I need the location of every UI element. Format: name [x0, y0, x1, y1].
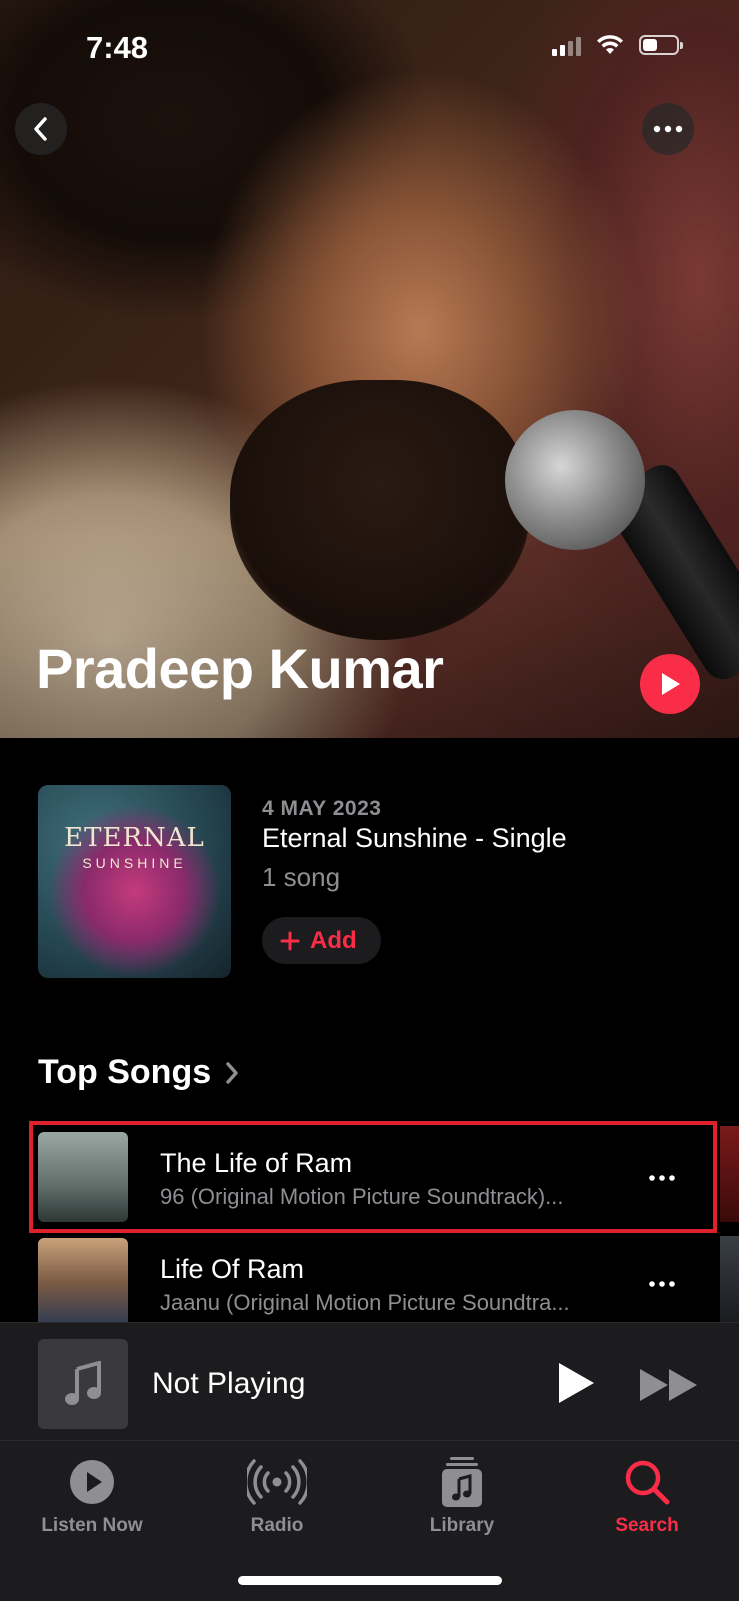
song-album: Jaanu (Original Motion Picture Soundtra.…	[160, 1290, 570, 1315]
play-circle-icon	[70, 1460, 114, 1504]
plus-icon	[280, 931, 300, 950]
search-icon	[625, 1460, 670, 1505]
home-indicator[interactable]	[238, 1576, 502, 1585]
top-songs-title: Top Songs	[38, 1053, 212, 1091]
status-icons	[552, 34, 683, 56]
selection-highlight	[29, 1121, 717, 1233]
tab-library[interactable]: Library	[372, 1457, 552, 1537]
tab-label: Listen Now	[41, 1515, 143, 1536]
chevron-left-icon	[34, 117, 47, 141]
add-release-button[interactable]: Add	[262, 917, 381, 964]
tab-label: Radio	[250, 1515, 304, 1536]
status-time: 7:48	[86, 30, 149, 65]
more-options-button[interactable]	[642, 103, 694, 155]
back-button[interactable]	[15, 103, 67, 155]
play-icon	[662, 673, 680, 695]
battery-icon	[639, 35, 683, 55]
hero-photo-detail	[505, 410, 645, 550]
next-column-peek	[720, 1126, 739, 1222]
play-button[interactable]	[556, 1361, 596, 1405]
ellipsis-icon	[653, 125, 683, 133]
tab-radio[interactable]: Radio	[187, 1457, 367, 1537]
top-songs-header[interactable]: Top Songs	[38, 1053, 239, 1092]
tab-search[interactable]: Search	[557, 1457, 737, 1537]
release-song-count: 1 song	[262, 862, 341, 892]
mini-player[interactable]: Not Playing	[0, 1322, 739, 1441]
ellipsis-icon	[649, 1281, 675, 1287]
artwork-lettering: SUNSHINE	[82, 855, 187, 871]
cellular-signal-icon	[552, 34, 581, 56]
music-note-icon	[65, 1361, 101, 1405]
song-row[interactable]: Life Of Ram Jaanu (Original Motion Pictu…	[0, 1230, 739, 1334]
release-artwork[interactable]: ETERNAL SUNSHINE	[38, 785, 231, 978]
next-column-peek	[720, 1236, 739, 1322]
wifi-icon	[597, 35, 623, 54]
add-button-label: Add	[310, 926, 357, 954]
skip-forward-button[interactable]	[638, 1367, 700, 1403]
mini-player-artwork	[38, 1339, 128, 1429]
tab-label: Library	[429, 1515, 495, 1536]
tab-listen-now[interactable]: Listen Now	[2, 1457, 182, 1537]
song-artwork	[38, 1238, 128, 1328]
artist-name: Pradeep Kumar	[36, 637, 444, 700]
tab-label: Search	[615, 1515, 679, 1536]
library-icon	[442, 1457, 482, 1507]
chevron-right-icon	[226, 1061, 238, 1084]
release-date: 4 MAY 2023	[262, 797, 382, 820]
release-title[interactable]: Eternal Sunshine - Single	[262, 823, 567, 854]
song-more-button[interactable]	[640, 1264, 684, 1304]
play-artist-button[interactable]	[640, 654, 700, 714]
artwork-lettering: ETERNAL	[64, 823, 205, 853]
radio-waves-icon	[247, 1459, 307, 1505]
song-title: Life Of Ram	[160, 1254, 305, 1284]
mini-player-title: Not Playing	[152, 1367, 306, 1400]
artist-hero-image	[0, 0, 739, 738]
